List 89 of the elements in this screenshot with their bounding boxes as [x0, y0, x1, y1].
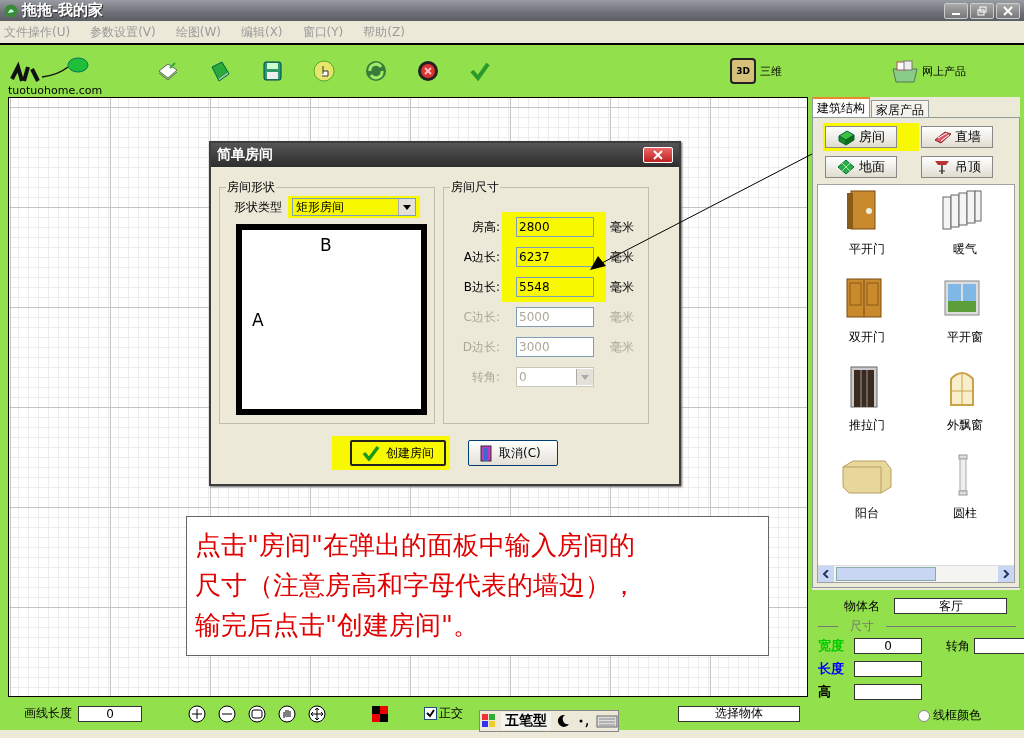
annotation-text: 点击"房间"在弹出的面板中输入房间的 尺寸（注意房高和字母代表的墙边）， 输完后点击"创建房间"。	[195, 529, 638, 643]
move-icon[interactable]	[308, 704, 326, 723]
zoom-in-icon[interactable]	[188, 704, 206, 723]
field-label: 转角	[945, 637, 970, 655]
component-label[interactable]: 平开窗	[947, 329, 983, 347]
field-label: 高	[818, 683, 832, 702]
tool-button[interactable]: 地面	[825, 156, 897, 179]
ceiling-lamp-icon	[933, 158, 951, 177]
radio-label: 线框颜色	[933, 707, 981, 725]
fit-view-icon[interactable]	[248, 704, 266, 723]
restore-icon	[977, 5, 987, 16]
windows-flag-icon[interactable]	[480, 711, 498, 730]
group-title: 房间尺寸	[450, 179, 500, 197]
field-label: 形状类型	[233, 198, 282, 216]
restore-button[interactable]	[970, 2, 994, 19]
check-icon	[426, 709, 435, 719]
checkbox[interactable]	[424, 707, 437, 721]
field-label: 转角:	[470, 368, 501, 386]
number-field[interactable]	[854, 661, 922, 678]
scroll-right-icon[interactable]	[1002, 570, 1010, 579]
shape-dropdown[interactable]: 矩形房间	[292, 198, 416, 217]
shopping-basket-icon[interactable]	[890, 59, 920, 84]
radio-button[interactable]	[918, 709, 930, 722]
view-3d-button[interactable]: 3D	[730, 58, 756, 85]
panel-tab[interactable]: 家居产品	[871, 100, 929, 118]
component-label[interactable]: 双开门	[849, 329, 885, 347]
unit-label: 毫米	[609, 308, 635, 326]
door-exit-icon	[479, 444, 493, 463]
caret-icon	[403, 204, 411, 210]
field-label: C边长:	[462, 308, 501, 326]
component-label[interactable]: 暖气	[953, 241, 977, 259]
component-label[interactable]: 推拉门	[849, 417, 885, 435]
delete-icon[interactable]	[416, 59, 440, 84]
unit-label: 毫米	[609, 338, 635, 356]
close-icon	[1003, 5, 1013, 16]
component-label[interactable]: 圆柱	[953, 505, 977, 523]
app-logo-icon	[4, 3, 18, 18]
minimize-button[interactable]	[944, 2, 968, 19]
zoom-out-icon[interactable]	[218, 704, 236, 723]
input-mode-label[interactable]: 五笔型	[501, 711, 551, 730]
field-label: A边长:	[462, 248, 501, 266]
length-field[interactable]: 0	[78, 705, 142, 722]
component-label[interactable]: 阳台	[855, 505, 879, 523]
tool-button[interactable]: 直墙	[921, 126, 993, 149]
group-title: 房间形状	[226, 179, 276, 197]
name-field[interactable]: 客厅	[894, 598, 1007, 615]
tool-button[interactable]: 吊顶	[921, 156, 993, 179]
wall-label: B	[320, 235, 332, 256]
wall-label: A	[252, 310, 264, 331]
angle-field[interactable]	[974, 638, 1024, 655]
caret-icon	[581, 374, 589, 380]
panel-tab[interactable]: 建筑结构	[812, 97, 870, 118]
check-icon	[362, 445, 380, 462]
box-icon	[837, 128, 855, 147]
tool-button[interactable]: 房间	[825, 126, 897, 149]
scroll-left-icon[interactable]	[822, 570, 830, 579]
dialog-button[interactable]: 创建房间	[350, 440, 446, 467]
field-label: 房高:	[470, 218, 501, 236]
field-label: 长度	[818, 660, 845, 679]
field-label: 宽度	[818, 637, 845, 656]
window-title: 拖拖-我的家	[22, 1, 105, 21]
online-products-label[interactable]: 网上产品	[922, 63, 966, 79]
logo-text: tuotuohome.com	[8, 85, 104, 98]
horizontal-scrollbar[interactable]	[818, 565, 1014, 583]
number-field[interactable]: 6237	[516, 247, 594, 268]
field-label: 物体名	[844, 597, 880, 615]
number-field[interactable]: 5548	[516, 277, 594, 298]
number-field[interactable]: 0	[854, 638, 922, 655]
color-swatch-icon[interactable]	[372, 705, 388, 722]
number-field[interactable]	[854, 684, 922, 701]
unit-label: 毫米	[609, 218, 635, 236]
field-label: D边长:	[461, 338, 501, 356]
dialog-title: 简单房间	[217, 146, 273, 165]
field-label: 画线长度	[24, 705, 72, 723]
unit-label: 毫米	[609, 248, 635, 266]
view-3d-label: 三维	[760, 63, 782, 79]
refresh-icon[interactable]	[364, 59, 388, 84]
checkbox-label: 正交	[439, 705, 463, 723]
component-label[interactable]: 平开门	[849, 241, 885, 259]
close-icon	[653, 150, 663, 161]
minimize-icon	[952, 12, 960, 15]
field-label: B边长:	[462, 278, 501, 296]
number-field[interactable]: 2800	[516, 217, 594, 238]
mode-field[interactable]: 选择物体	[678, 705, 800, 722]
dialog-button[interactable]: 取消(C)	[468, 440, 558, 467]
component-label[interactable]: 外飘窗	[947, 417, 983, 435]
unit-label: 毫米	[609, 278, 635, 296]
tile-icon	[837, 158, 855, 177]
section-title: 尺寸	[849, 618, 875, 636]
